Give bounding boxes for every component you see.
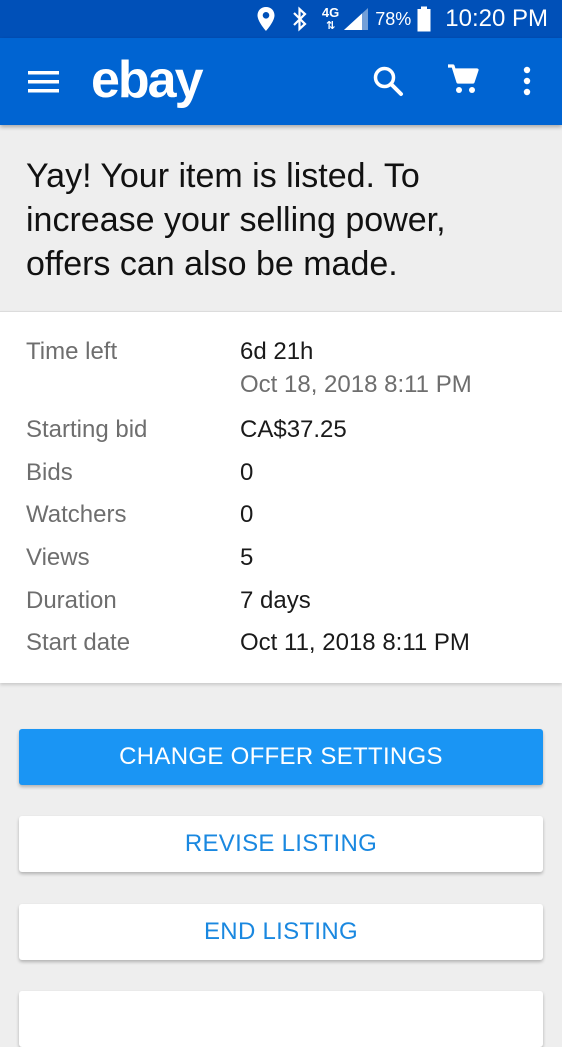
clock: 10:20 PM: [445, 5, 548, 32]
end-listing-button[interactable]: END LISTING: [19, 904, 543, 960]
network-type: 4G ⇅: [321, 4, 340, 32]
detail-value: 6d 21h: [240, 338, 314, 365]
detail-value: CA$37.25: [240, 416, 347, 443]
menu-icon[interactable]: [28, 67, 59, 97]
ebay-logo[interactable]: ebay: [91, 50, 204, 110]
listing-confirmation-headline: Yay! Your item is listed. To increase yo…: [26, 157, 446, 283]
detail-label: Time left: [26, 338, 118, 365]
detail-value: 5: [240, 544, 254, 571]
detail-value: 0: [240, 501, 254, 528]
end-date-value: Oct 18, 2018 8:11 PM: [240, 371, 472, 398]
battery-percent: 78%: [375, 8, 412, 29]
search-icon[interactable]: [372, 65, 404, 97]
detail-label: Duration: [26, 587, 117, 614]
detail-label: Start date: [26, 629, 131, 656]
detail-value: 0: [240, 459, 254, 486]
change-offer-settings-button[interactable]: CHANGE OFFER SETTINGS: [19, 729, 543, 785]
revise-listing-button[interactable]: REVISE LISTING: [19, 816, 543, 872]
location-icon: [256, 6, 276, 32]
detail-label: Starting bid: [26, 416, 148, 443]
cart-icon[interactable]: [446, 63, 480, 97]
detail-value: Oct 11, 2018 8:11 PM: [240, 629, 470, 656]
detail-value: 7 days: [240, 587, 311, 614]
signal-icon: [343, 7, 369, 31]
more-options-icon[interactable]: [514, 65, 540, 97]
app-bar: ebay: [0, 38, 562, 125]
listing-details-card: Time left 6d 21h Oct 18, 2018 8:11 PM St…: [0, 311, 562, 683]
bluetooth-icon: [292, 6, 308, 32]
detail-label: Watchers: [26, 501, 127, 528]
detail-label: Views: [26, 544, 90, 571]
battery-icon: [417, 6, 431, 32]
status-bar: 4G ⇅ 78% 10:20 PM: [0, 0, 562, 38]
next-action-button[interactable]: [19, 991, 543, 1047]
detail-label: Bids: [26, 459, 73, 486]
